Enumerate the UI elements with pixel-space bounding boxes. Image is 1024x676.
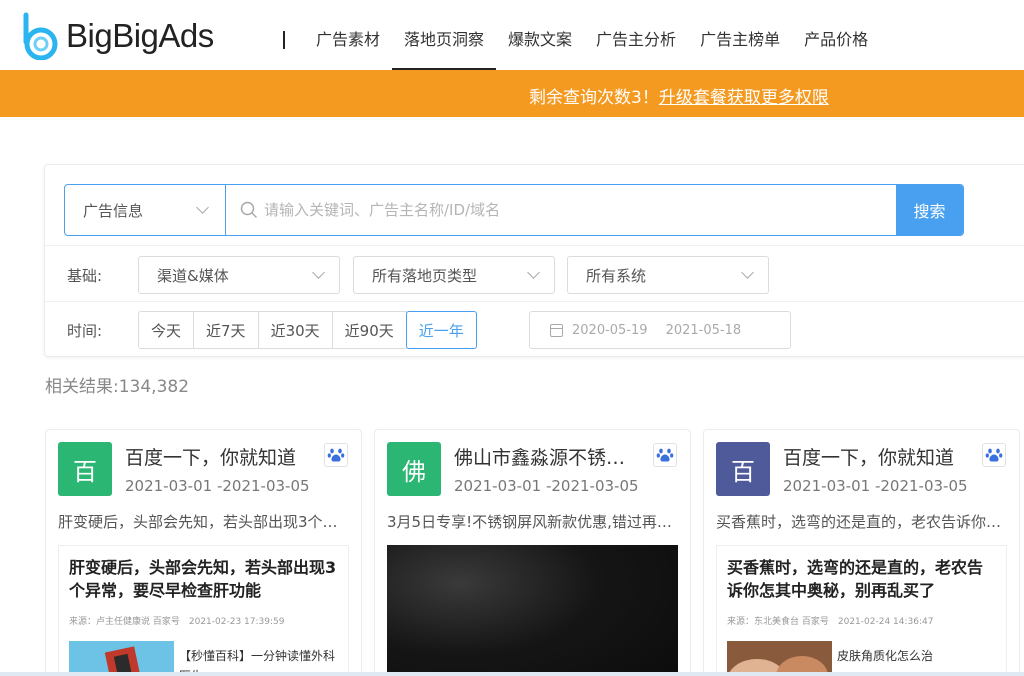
- search-input[interactable]: [264, 201, 896, 219]
- dropdown-label: 所有落地页类型: [372, 266, 478, 285]
- nav-item-advertiser-analysis[interactable]: 广告主分析: [584, 0, 688, 70]
- preview-thumbnail-image: [69, 641, 174, 676]
- date-start: 2020-05-19: [572, 322, 648, 338]
- result-count: 相关结果:134,382: [45, 377, 190, 397]
- advertiser-avatar: 百: [716, 442, 770, 496]
- baidu-paw-icon: [324, 443, 348, 467]
- card-date: 2021-03-01 -2021-03-05: [783, 477, 968, 495]
- landing-page-type-dropdown[interactable]: 所有落地页类型: [353, 256, 555, 294]
- nav-item-advertiser-ranking[interactable]: 广告主榜单: [688, 0, 792, 70]
- chevron-down-icon: [196, 201, 209, 214]
- time-option-7days[interactable]: 近7天: [193, 311, 259, 349]
- time-range-group: 今天 近7天 近30天 近90天 近一年: [138, 311, 477, 349]
- nav-item-pricing[interactable]: 产品价格: [792, 0, 880, 70]
- logo-text: BigBigAds: [66, 17, 214, 54]
- result-card[interactable]: 百 百度一下，你就知道 2021-03-01 -2021-03-05 买香蕉时，…: [703, 429, 1020, 676]
- card-title[interactable]: 佛山市鑫淼源不锈钢屏风: [454, 443, 644, 470]
- chevron-down-icon: [312, 266, 325, 279]
- date-end: 2021-05-18: [665, 322, 742, 338]
- basic-filter-label: 基础:: [67, 267, 103, 285]
- baidu-paw-icon: [653, 443, 677, 467]
- time-filter-label: 时间:: [67, 322, 103, 340]
- main-nav: 广告素材 落地页洞察 爆款文案 广告主分析 广告主榜单 产品价格: [304, 0, 880, 70]
- system-dropdown[interactable]: 所有系统: [567, 256, 769, 294]
- baidu-paw-icon: [982, 443, 1006, 467]
- nav-item-hot-copy[interactable]: 爆款文案: [496, 0, 584, 70]
- result-card[interactable]: 百 百度一下，你就知道 2021-03-01 -2021-03-05 肝变硬后，…: [45, 429, 362, 676]
- time-option-1year[interactable]: 近一年: [405, 311, 477, 349]
- calendar-icon: [550, 323, 563, 337]
- search-icon: [240, 201, 257, 218]
- panel-divider: [45, 245, 1024, 246]
- advertiser-avatar: 百: [58, 442, 112, 496]
- time-option-today[interactable]: 今天: [138, 311, 195, 349]
- chevron-down-icon: [527, 266, 540, 279]
- advertiser-avatar: 佛: [387, 442, 441, 496]
- card-description: 3月5日专享!不锈钢屏风新款优惠,错过再等一年: [387, 513, 680, 531]
- search-input-wrap: [226, 185, 896, 235]
- landing-page-preview[interactable]: 肝变硬后，头部会先知，若头部出现3个异常，要尽早检查肝功能 来源：卢主任健康说 …: [58, 545, 349, 676]
- card-date: 2021-03-01 -2021-03-05: [125, 477, 310, 495]
- preview-headline: 买香蕉时，选弯的还是直的，老农告诉你怎其中奥秘，别再乱买了: [727, 558, 984, 600]
- search-type-label: 广告信息: [83, 201, 144, 220]
- search-type-select[interactable]: 广告信息: [65, 185, 226, 235]
- chevron-down-icon: [741, 266, 754, 279]
- preview-thumbnail-image: [727, 641, 832, 676]
- nav-item-landing-insight[interactable]: 落地页洞察: [392, 0, 497, 70]
- landing-page-preview[interactable]: [387, 545, 678, 676]
- preview-source: 来源：卢主任健康说 百家号 2021-02-23 17:39:59: [69, 617, 285, 627]
- card-description: 买香蕉时，选弯的还是直的，老农告诉你怎其中奥秘: [716, 513, 1009, 531]
- card-title[interactable]: 百度一下，你就知道: [125, 443, 315, 470]
- remaining-queries-text: 剩余查询次数3！: [529, 88, 659, 108]
- dropdown-label: 所有系统: [586, 266, 647, 285]
- time-option-30days[interactable]: 近30天: [257, 311, 333, 349]
- card-title[interactable]: 百度一下，你就知道: [783, 443, 973, 470]
- card-description: 肝变硬后，头部会先知，若头部出现3个异常，要尽早检查肝功能: [58, 513, 351, 531]
- channel-media-dropdown[interactable]: 渠道&媒体: [138, 256, 340, 294]
- result-card[interactable]: 佛 佛山市鑫淼源不锈钢屏风 2021-03-01 -2021-03-05 3月5…: [374, 429, 691, 676]
- preview-caption: 皮肤角质化怎么治: [837, 649, 934, 663]
- preview-source: 来源：东北美食台 百家号 2021-02-24 14:36:47: [727, 617, 934, 627]
- banner-text: 剩余查询次数3！升级套餐获取更多权限: [529, 83, 829, 108]
- top-header: BigBigAds 广告素材 落地页洞察 爆款文案 广告主分析 广告主榜单 产品…: [0, 0, 1024, 70]
- card-date: 2021-03-01 -2021-03-05: [454, 477, 639, 495]
- date-range-picker[interactable]: 2020-05-19 2021-05-18: [529, 311, 791, 349]
- upgrade-banner: 剩余查询次数3！升级套餐获取更多权限: [0, 70, 1024, 117]
- nav-item-ad-materials[interactable]: 广告素材: [304, 0, 392, 70]
- logo[interactable]: BigBigAds: [20, 12, 214, 60]
- logo-b-icon: [23, 12, 58, 60]
- preview-headline: 肝变硬后，头部会先知，若头部出现3个异常，要尽早检查肝功能: [69, 558, 337, 600]
- dropdown-label: 渠道&媒体: [157, 266, 229, 285]
- search-panel: 广告信息 搜索 基础: 渠道&媒体 所有落地页类型 所有系统 时间: 今天 近7…: [44, 164, 1024, 357]
- horizontal-scrollbar[interactable]: [0, 672, 1024, 676]
- nav-separator: [283, 31, 285, 49]
- upgrade-link[interactable]: 升级套餐获取更多权限: [659, 88, 829, 108]
- landing-page-preview[interactable]: 买香蕉时，选弯的还是直的，老农告诉你怎其中奥秘，别再乱买了 来源：东北美食台 百…: [716, 545, 1007, 676]
- panel-divider: [45, 301, 1024, 302]
- time-option-90days[interactable]: 近90天: [331, 311, 407, 349]
- search-button[interactable]: 搜索: [896, 185, 963, 235]
- search-box: 广告信息 搜索: [64, 184, 964, 236]
